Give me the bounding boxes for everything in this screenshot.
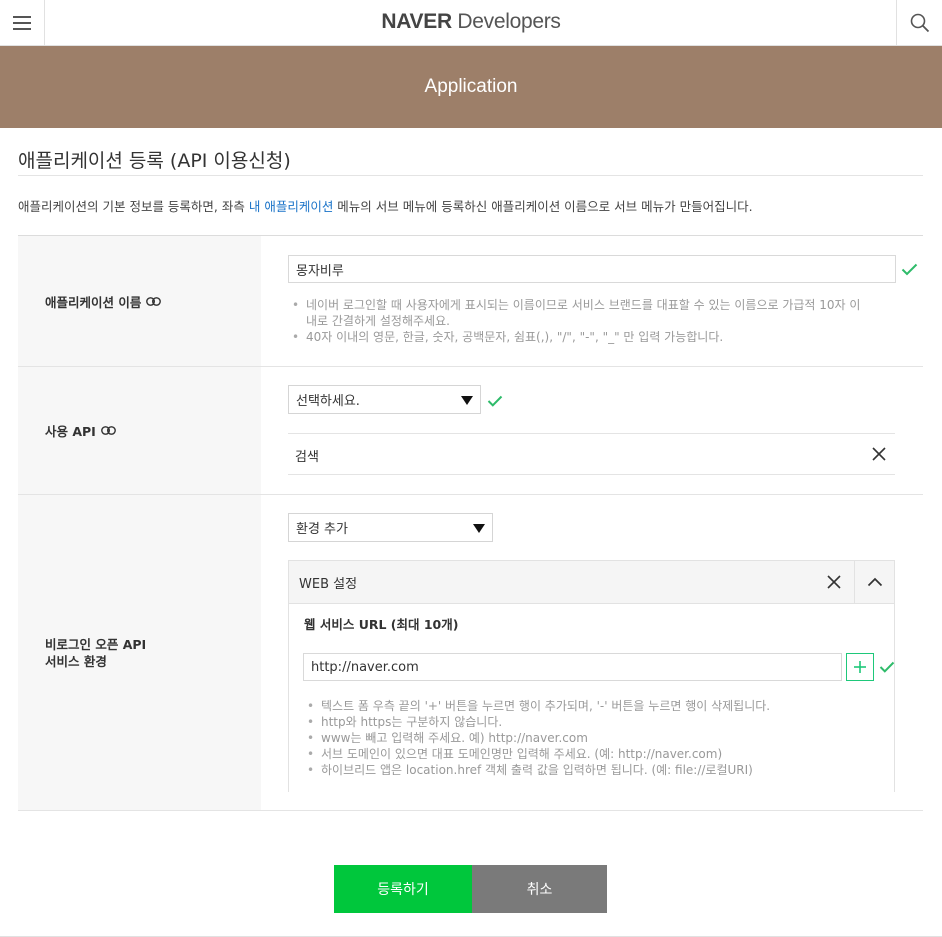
dropdown-arrow-icon xyxy=(461,396,473,405)
logo-brand: NAVER xyxy=(381,10,452,33)
web-url-hints: 텍스트 폼 우측 끝의 '+' 버튼을 누르면 행이 추가되며, '-' 버튼을… xyxy=(303,698,893,778)
chevron-up-icon xyxy=(867,577,882,587)
web-settings-header: WEB 설정 xyxy=(289,561,894,604)
api-label-text: 사용 API xyxy=(45,424,96,439)
service-environment-label-line2: 서비스 환경 xyxy=(45,653,107,669)
valid-check-icon xyxy=(879,661,895,673)
environment-select-value: 환경 추가 xyxy=(296,522,348,537)
hint-item: www는 빼고 입력해 주세요. 예) http://naver.com xyxy=(303,730,893,746)
web-service-url-input[interactable]: http://naver.com xyxy=(303,653,842,681)
hint-item: 하이브리드 앱은 location.href 객체 출력 값을 입력하면 됩니다… xyxy=(303,762,893,778)
environment-select[interactable]: 환경 추가 xyxy=(288,513,493,542)
register-button[interactable]: 등록하기 xyxy=(334,865,472,913)
selected-api-name: 검색 xyxy=(295,450,319,465)
service-environment-label-line1: 비로그인 오픈 API xyxy=(45,636,147,652)
page-description: 애플리케이션의 기본 정보를 등록하면, 좌측 내 애플리케이션 메뉴의 서브 … xyxy=(18,196,753,215)
valid-check-icon xyxy=(487,395,503,407)
api-select[interactable]: 선택하세요. xyxy=(288,385,481,414)
service-environment-label: 비로그인 오픈 API 서비스 환경 xyxy=(18,495,261,810)
remove-web-settings-button[interactable] xyxy=(814,561,854,603)
hint-item: 40자 이내의 영문, 한글, 숫자, 공백문자, 쉼표(,), "/", "-… xyxy=(288,329,903,345)
cancel-button[interactable]: 취소 xyxy=(472,865,607,913)
close-icon xyxy=(872,447,886,461)
title-divider xyxy=(18,175,923,176)
description-text-before: 애플리케이션의 기본 정보를 등록하면, 좌측 xyxy=(18,199,249,214)
web-service-url-heading: 웹 서비스 URL (최대 10개) xyxy=(304,617,459,632)
remove-api-button[interactable] xyxy=(867,442,891,466)
api-label: 사용 API xyxy=(18,367,261,494)
web-settings-title: WEB 설정 xyxy=(299,577,358,592)
api-select-value: 선택하세요. xyxy=(296,394,360,409)
collapse-web-settings-button[interactable] xyxy=(854,561,894,603)
top-navigation-bar: NAVER Developers xyxy=(0,0,942,46)
search-button[interactable] xyxy=(896,0,942,46)
site-logo[interactable]: NAVER Developers xyxy=(0,10,942,34)
link-icon[interactable] xyxy=(146,296,162,306)
logo-product: Developers xyxy=(457,10,561,33)
dropdown-arrow-icon xyxy=(473,524,485,533)
valid-check-icon xyxy=(901,263,918,276)
close-icon xyxy=(827,575,841,589)
app-name-hints: 네이버 로그인할 때 사용자에게 표시되는 이름이므로 서비스 브랜드를 대표할… xyxy=(288,297,903,345)
link-icon[interactable] xyxy=(100,426,116,435)
hint-item: 네이버 로그인할 때 사용자에게 표시되는 이름이므로 서비스 브랜드를 대표할… xyxy=(288,297,903,329)
hint-item: 서브 도메인이 있으면 대표 도메인명만 입력해 주세요. (예: http:/… xyxy=(303,746,893,762)
banner-title: Application xyxy=(424,76,518,97)
hint-item: 텍스트 폼 우측 끝의 '+' 버튼을 누르면 행이 추가되며, '-' 버튼을… xyxy=(303,698,893,714)
app-name-label-text: 애플리케이션 이름 xyxy=(45,294,142,310)
add-url-row-button[interactable] xyxy=(846,653,874,681)
selected-api-item: 검색 xyxy=(288,433,895,475)
my-application-link[interactable]: 내 애플리케이션 xyxy=(249,199,333,214)
page-banner: Application xyxy=(0,46,942,128)
page-title: 애플리케이션 등록 (API 이용신청) xyxy=(18,150,291,172)
hint-item: http와 https는 구분하지 않습니다. xyxy=(303,714,893,730)
plus-icon xyxy=(854,661,866,673)
search-icon xyxy=(910,13,929,33)
app-name-label: 애플리케이션 이름 xyxy=(18,236,261,366)
description-text-after: 메뉴의 서브 메뉴에 등록하신 애플리케이션 이름으로 서브 메뉴가 만들어집니… xyxy=(333,199,753,214)
app-name-input[interactable]: 몽자비루 xyxy=(288,255,896,283)
